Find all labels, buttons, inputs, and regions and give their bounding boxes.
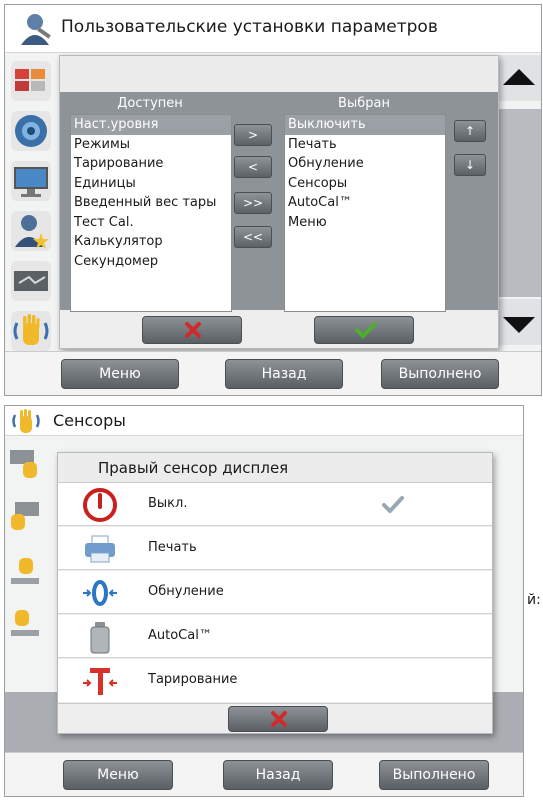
dialog-header: Правый сенсор дисплея	[58, 453, 492, 483]
sensor-display-icon	[10, 450, 37, 478]
selected-header: Выбран	[338, 96, 390, 111]
option-print[interactable]: Печать	[58, 527, 492, 570]
move-all-right-button[interactable]: >>	[234, 192, 272, 214]
side-text-fragment: й:	[527, 592, 541, 608]
sensors-screen: Сенсоры Правый сенсор дисплея Выкл. Печа…	[4, 405, 524, 797]
option-autocal[interactable]: AutoCal™	[58, 615, 492, 658]
option-label: AutoCal™	[148, 628, 212, 643]
hand-sensor-icon	[13, 314, 49, 345]
available-list[interactable]: Наст.уровня Режимы Тарирование Единицы В…	[70, 114, 232, 312]
sidebar-item-display[interactable]	[11, 61, 51, 101]
done-button[interactable]: Выполнено	[379, 760, 489, 790]
sidebar-item-audio[interactable]	[11, 111, 51, 151]
dialog-header	[60, 56, 498, 92]
confirm-button[interactable]	[314, 316, 414, 344]
red-x-icon	[185, 322, 201, 338]
dialog-actions	[60, 312, 498, 348]
sidebar-item-monitor[interactable]	[11, 161, 51, 201]
selected-list[interactable]: Выключить Печать Обнуление Сенсоры AutoC…	[284, 114, 446, 312]
zero-icon	[83, 580, 117, 606]
scroll-down-button[interactable]	[497, 299, 541, 345]
option-label: Печать	[148, 540, 197, 555]
arrow-down-icon	[503, 317, 535, 333]
menu-button[interactable]: Меню	[61, 359, 179, 389]
sidebar-item-connections[interactable]	[11, 261, 51, 301]
list-item[interactable]: Меню	[285, 213, 445, 233]
sensor-pan-icon	[11, 558, 39, 584]
move-right-button[interactable]: >	[234, 124, 272, 146]
calibration-weight-icon	[90, 622, 110, 654]
sensor-pan-icon	[11, 610, 39, 636]
title-bar: Сенсоры	[5, 406, 523, 436]
user-settings-icon	[21, 14, 51, 45]
available-header: Доступен	[117, 96, 183, 111]
green-check-icon	[355, 322, 377, 339]
list-item[interactable]: Режимы	[71, 135, 231, 155]
list-item[interactable]: Калькулятор	[71, 232, 231, 252]
cancel-button[interactable]	[142, 316, 242, 344]
list-item[interactable]: Печать	[285, 135, 445, 155]
sidebar-item-sensor-4[interactable]	[7, 606, 43, 646]
back-button[interactable]: Назад	[225, 359, 343, 389]
move-left-button[interactable]: <	[234, 156, 272, 178]
cable-icon	[14, 271, 48, 291]
user-settings-screen: Пользовательские установки параметров До…	[4, 4, 542, 396]
option-label: Выкл.	[148, 496, 188, 511]
cancel-button[interactable]	[228, 706, 328, 732]
monitor-icon	[14, 167, 48, 197]
sidebar-item-sensors[interactable]	[11, 311, 51, 351]
user-star-icon	[15, 215, 49, 249]
scroll-up-button[interactable]	[497, 55, 541, 101]
list-item[interactable]: Введенный вес тары	[71, 193, 231, 213]
list-item[interactable]: Выключить	[285, 115, 445, 135]
checkmark-icon	[382, 496, 404, 513]
color-swatch-icon	[15, 69, 45, 91]
sidebar-item-user[interactable]	[11, 211, 51, 251]
power-icon	[83, 488, 117, 522]
tare-icon	[83, 668, 117, 695]
red-x-icon	[271, 711, 287, 727]
back-button[interactable]: Назад	[223, 760, 333, 790]
speaker-icon	[15, 115, 47, 147]
list-item[interactable]: Обнуление	[285, 154, 445, 174]
done-button[interactable]: Выполнено	[381, 359, 499, 389]
list-item[interactable]: AutoCal™	[285, 193, 445, 213]
footer-bar: Меню Назад Выполнено	[5, 351, 541, 395]
sidebar-item-sensor-3[interactable]	[7, 554, 43, 594]
sidebar-item-sensor-1[interactable]	[7, 444, 43, 484]
list-item[interactable]: Сенсоры	[285, 174, 445, 194]
list-item[interactable]: Тест Cal.	[71, 213, 231, 233]
list-item[interactable]: Единицы	[71, 174, 231, 194]
sensor-display-icon	[11, 502, 39, 530]
option-zero[interactable]: Обнуление	[58, 571, 492, 614]
page-title: Пользовательские установки параметров	[61, 17, 438, 37]
sensor-dialog: Правый сенсор дисплея Выкл. Печать Обнул…	[57, 452, 493, 734]
dialog-actions	[58, 703, 492, 733]
option-off[interactable]: Выкл.	[58, 483, 492, 526]
printer-icon	[85, 535, 115, 563]
list-item[interactable]: Тарирование	[71, 154, 231, 174]
title-bar: Пользовательские установки параметров	[5, 5, 541, 53]
sidebar-item-sensor-2[interactable]	[7, 496, 43, 536]
dialog-title: Правый сенсор дисплея	[98, 459, 289, 477]
option-tare[interactable]: Тарирование	[58, 659, 492, 702]
move-down-button[interactable]: ↓	[454, 154, 486, 176]
move-all-left-button[interactable]: <<	[234, 226, 272, 248]
menu-button[interactable]: Меню	[63, 760, 173, 790]
hand-sensor-icon	[12, 409, 40, 433]
list-item[interactable]: Наст.уровня	[71, 115, 231, 135]
page-title: Сенсоры	[53, 411, 126, 430]
arrow-up-icon	[503, 69, 535, 85]
move-up-button[interactable]: ↑	[454, 120, 486, 142]
option-label: Тарирование	[148, 672, 238, 687]
list-item[interactable]: Секундомер	[71, 252, 231, 272]
option-label: Обнуление	[148, 584, 224, 599]
footer-bar: Меню Назад Выполнено	[5, 752, 523, 796]
scrollbar-track[interactable]	[497, 109, 541, 297]
customize-dialog: Доступен Наст.уровня Режимы Тарирование …	[59, 55, 499, 349]
